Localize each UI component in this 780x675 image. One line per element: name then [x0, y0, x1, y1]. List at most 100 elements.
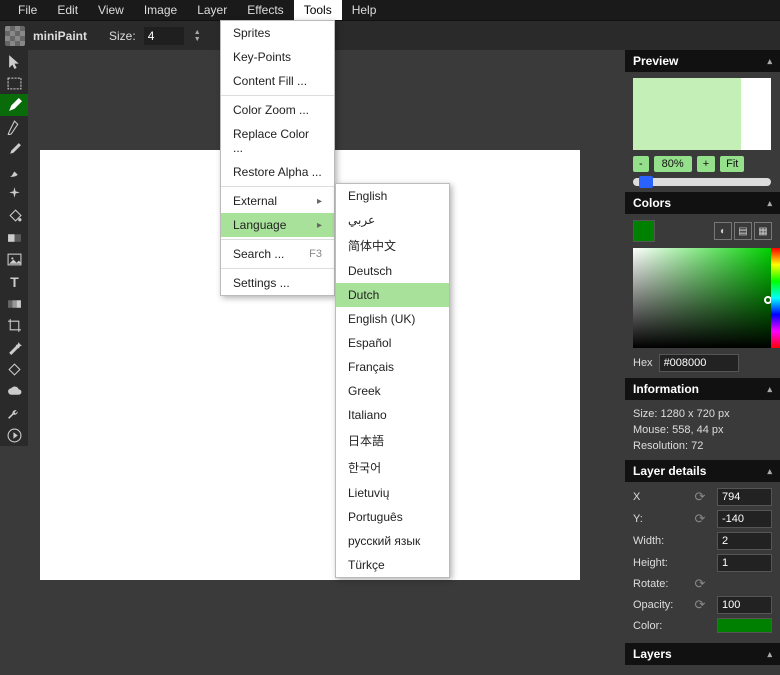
tool-play[interactable] — [0, 424, 28, 446]
refresh-icon[interactable]: ⟳ — [695, 489, 706, 505]
tool-select-rect[interactable] — [0, 72, 28, 94]
lang-item-13[interactable]: Português — [336, 505, 449, 529]
info-size: Size: 1280 x 720 px — [633, 406, 772, 422]
slider-handle[interactable] — [639, 176, 653, 188]
lang-item-7[interactable]: Français — [336, 355, 449, 379]
layer-color-swatch[interactable] — [717, 618, 772, 633]
zoom-in-button[interactable]: + — [697, 156, 715, 172]
tool-gradient[interactable] — [0, 226, 28, 248]
lang-item-12[interactable]: Lietuvių — [336, 481, 449, 505]
menu-effects[interactable]: Effects — [237, 0, 293, 20]
collapse-icon[interactable]: ▴ — [767, 56, 772, 67]
play-icon — [7, 428, 22, 443]
menu-item-sprites[interactable]: Sprites — [221, 21, 334, 45]
collapse-icon[interactable]: ▴ — [767, 649, 772, 660]
refresh-icon[interactable]: ⟳ — [695, 597, 706, 613]
tool-cursor[interactable] — [0, 50, 28, 72]
information-panel: Size: 1280 x 720 px Mouse: 558, 44 px Re… — [625, 400, 780, 460]
preview-thumbnail[interactable] — [633, 78, 771, 150]
height-input[interactable] — [717, 554, 772, 572]
tool-crop[interactable] — [0, 314, 28, 336]
zoom-out-button[interactable]: - — [633, 156, 649, 172]
width-input[interactable] — [717, 532, 772, 550]
size-input[interactable] — [144, 27, 184, 45]
tool-bucket[interactable] — [0, 204, 28, 226]
crop-icon — [7, 318, 22, 333]
x-input[interactable] — [717, 488, 772, 506]
palette-grid-icon[interactable]: ▦ — [754, 222, 772, 240]
cloud-icon — [7, 384, 22, 399]
menu-help[interactable]: Help — [342, 0, 387, 20]
menu-item-restore-alpha[interactable]: Restore Alpha ... — [221, 160, 334, 184]
menu-item-settings[interactable]: Settings ... — [221, 271, 334, 295]
hex-input[interactable] — [659, 354, 739, 372]
tool-sparkle[interactable] — [0, 182, 28, 204]
top-toolbar: miniPaint Size: ▲▼ ✕ Pr — [0, 20, 780, 50]
menu-item-replace-color[interactable]: Replace Color ... — [221, 122, 334, 160]
tool-brush[interactable] — [0, 160, 28, 182]
menu-tools[interactable]: Tools — [294, 0, 342, 20]
menu-item-external[interactable]: External▸ — [221, 189, 334, 213]
menu-item-content-fill[interactable]: Content Fill ... — [221, 69, 334, 93]
hue-slider[interactable] — [771, 248, 780, 348]
lang-item-3[interactable]: Deutsch — [336, 259, 449, 283]
language-submenu: Englishعربي简体中文DeutschDutchEnglish (UK)E… — [335, 183, 450, 578]
collapse-icon[interactable]: ▴ — [767, 198, 772, 209]
tool-wrench[interactable] — [0, 402, 28, 424]
lang-item-1[interactable]: عربي — [336, 208, 449, 232]
lang-item-0[interactable]: English — [336, 184, 449, 208]
lang-item-15[interactable]: Türkçe — [336, 553, 449, 577]
lang-item-6[interactable]: Español — [336, 331, 449, 355]
menu-bar: FileEditViewImageLayerEffectsToolsHelp — [0, 0, 780, 20]
menu-view[interactable]: View — [88, 0, 134, 20]
collapse-icon[interactable]: ▴ — [767, 466, 772, 477]
tool-pen[interactable] — [0, 116, 28, 138]
menu-item-language[interactable]: Language▸ — [221, 213, 334, 237]
lang-item-4[interactable]: Dutch — [336, 283, 449, 307]
lang-item-2[interactable]: 简体中文 — [336, 232, 449, 259]
pen-icon — [7, 120, 22, 135]
palette-circle-icon[interactable]: ◐ — [714, 222, 732, 240]
lang-item-14[interactable]: русский язык — [336, 529, 449, 553]
layers-header[interactable]: Layers▴ — [625, 643, 780, 665]
layer-details-header[interactable]: Layer details▴ — [625, 460, 780, 482]
current-color-swatch[interactable] — [633, 220, 655, 242]
swatches-icon — [7, 296, 22, 311]
size-stepper[interactable]: ▲▼ — [194, 29, 201, 43]
menu-item-color-zoom[interactable]: Color Zoom ... — [221, 98, 334, 122]
tool-eyedropper[interactable] — [0, 138, 28, 160]
pencil-icon — [7, 98, 22, 113]
collapse-icon[interactable]: ▴ — [767, 384, 772, 395]
tool-cloud[interactable] — [0, 380, 28, 402]
palette-list-icon[interactable]: ▤ — [734, 222, 752, 240]
color-picker[interactable] — [633, 248, 771, 348]
refresh-icon[interactable]: ⟳ — [695, 576, 706, 592]
lang-item-9[interactable]: Italiano — [336, 403, 449, 427]
refresh-icon[interactable]: ⟳ — [695, 511, 706, 527]
menu-item-search[interactable]: Search ...F3 — [221, 242, 334, 266]
menu-file[interactable]: File — [8, 0, 47, 20]
zoom-fit-button[interactable]: Fit — [720, 156, 744, 172]
lang-item-11[interactable]: 한국어 — [336, 454, 449, 481]
menu-edit[interactable]: Edit — [47, 0, 88, 20]
info-mouse: Mouse: 558, 44 px — [633, 422, 772, 438]
tool-image[interactable] — [0, 248, 28, 270]
tool-pencil[interactable] — [0, 94, 28, 116]
menu-item-key-points[interactable]: Key-Points — [221, 45, 334, 69]
lang-item-8[interactable]: Greek — [336, 379, 449, 403]
y-input[interactable] — [717, 510, 772, 528]
opacity-input[interactable] — [717, 596, 772, 614]
menu-image[interactable]: Image — [134, 0, 187, 20]
colors-header[interactable]: Colors▴ — [625, 192, 780, 214]
information-header[interactable]: Information▴ — [625, 378, 780, 400]
lang-item-10[interactable]: 日本語 — [336, 427, 449, 454]
preview-header[interactable]: Preview▴ — [625, 50, 780, 72]
lang-item-5[interactable]: English (UK) — [336, 307, 449, 331]
tool-text[interactable]: T — [0, 270, 28, 292]
menu-layer[interactable]: Layer — [187, 0, 237, 20]
tool-wand[interactable] — [0, 336, 28, 358]
zoom-slider[interactable] — [633, 178, 771, 186]
zoom-percent: 80% — [654, 156, 692, 172]
tool-swatches[interactable] — [0, 292, 28, 314]
tool-diamond[interactable] — [0, 358, 28, 380]
